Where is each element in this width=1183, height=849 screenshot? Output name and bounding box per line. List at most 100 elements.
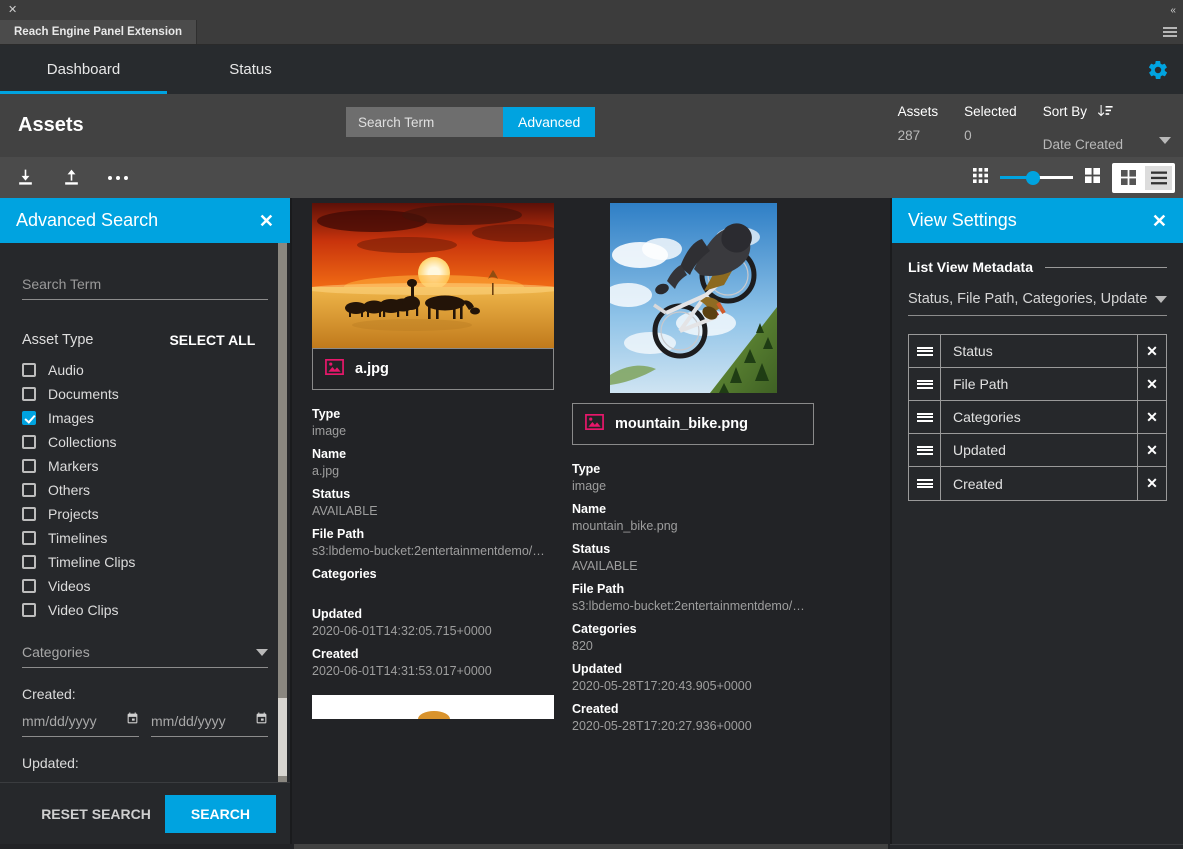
remove-icon[interactable]: ✕ <box>1137 467 1166 500</box>
checkbox-box[interactable] <box>22 579 36 593</box>
sort-by-value[interactable]: Date Created <box>1043 137 1123 152</box>
asset-card-filename: mountain_bike.png <box>615 416 748 432</box>
remove-icon[interactable]: ✕ <box>1137 335 1166 367</box>
page-title: Assets <box>18 114 84 136</box>
drag-handle-icon[interactable] <box>909 335 941 367</box>
checkbox-box[interactable] <box>22 507 36 521</box>
checkbox-images[interactable]: Images <box>22 406 268 430</box>
checkbox-box[interactable] <box>22 459 36 473</box>
checkbox-projects[interactable]: Projects <box>22 502 268 526</box>
metadata-row[interactable]: Updated ✕ <box>909 434 1166 467</box>
list-view-metadata-section: List View Metadata <box>908 259 1167 275</box>
collapse-icon[interactable]: ‹‹ <box>1170 5 1176 16</box>
small-grid-icon[interactable] <box>973 167 988 188</box>
pagination-bar: Items per page: 24 1 - 24 of 287 ‹ › <box>294 844 888 849</box>
drag-handle-icon[interactable] <box>909 368 941 400</box>
metadata-row-label: Status <box>953 343 993 359</box>
scrollbar-thumb[interactable] <box>278 698 287 776</box>
next-asset-peek[interactable] <box>312 695 554 719</box>
metadata-multiselect[interactable]: Status, File Path, Categories, Updated… <box>908 291 1167 316</box>
panel-menu-icon[interactable] <box>1163 27 1177 37</box>
window-close-icon[interactable]: ✕ <box>8 4 17 16</box>
checkbox-video-clips[interactable]: Video Clips <box>22 598 268 622</box>
checkbox-timeline-clips[interactable]: Timeline Clips <box>22 550 268 574</box>
created-to-date-field[interactable]: mm/dd/yyyy <box>151 712 268 737</box>
asset-list[interactable]: a.jpg Type image Name a.jpg Status AVAIL… <box>294 198 888 844</box>
chevron-down-icon[interactable] <box>1159 136 1171 144</box>
remove-icon[interactable]: ✕ <box>1137 434 1166 466</box>
slider-thumb[interactable] <box>1026 170 1040 185</box>
view-settings-title: View Settings <box>908 210 1017 230</box>
calendar-icon[interactable] <box>255 712 268 730</box>
remove-icon[interactable]: ✕ <box>1137 401 1166 433</box>
calendar-icon[interactable] <box>126 712 139 730</box>
remove-icon[interactable]: ✕ <box>1137 368 1166 400</box>
asset-card[interactable]: mountain_bike.png Type image Name mounta… <box>572 203 814 734</box>
tab-dashboard[interactable]: Dashboard <box>0 45 167 94</box>
asset-card-metadata: Type image Name mountain_bike.png Status… <box>572 445 814 734</box>
checkbox-box[interactable] <box>22 603 36 617</box>
view-mode-toggle <box>1112 162 1175 193</box>
extension-tab[interactable]: Reach Engine Panel Extension <box>0 20 198 44</box>
sort-descending-icon[interactable] <box>1097 104 1113 119</box>
metadata-row[interactable]: Status ✕ <box>909 335 1166 368</box>
more-options-icon[interactable] <box>108 175 128 180</box>
asset-card-filename: a.jpg <box>355 361 389 377</box>
checkbox-box[interactable] <box>22 555 36 569</box>
list-view-button[interactable] <box>1145 165 1172 190</box>
thumbnail-size-slider[interactable] <box>1000 170 1073 185</box>
search-input[interactable] <box>346 107 503 137</box>
drag-handle-icon[interactable] <box>909 401 941 433</box>
metadata-row[interactable]: Created ✕ <box>909 467 1166 500</box>
created-from-date-field[interactable]: mm/dd/yyyy <box>22 712 139 737</box>
checkbox-others[interactable]: Others <box>22 478 268 502</box>
advanced-search-term-input[interactable] <box>22 270 268 300</box>
search-button[interactable]: SEARCH <box>164 794 276 833</box>
checkbox-box[interactable] <box>22 411 36 425</box>
reset-search-button[interactable]: RESET SEARCH <box>41 806 151 822</box>
meta-key: Updated <box>572 662 622 676</box>
checkbox-videos[interactable]: Videos <box>22 574 268 598</box>
checkbox-audio[interactable]: Audio <box>22 358 268 382</box>
drag-handle-icon[interactable] <box>909 467 941 500</box>
checkbox-box[interactable] <box>22 435 36 449</box>
gear-icon[interactable] <box>1147 59 1169 81</box>
categories-select[interactable]: Categories <box>22 644 268 668</box>
close-icon[interactable]: ✕ <box>1152 212 1167 230</box>
list-view-metadata-label: List View Metadata <box>908 259 1034 275</box>
asset-thumbnail-mountain-bike[interactable] <box>572 203 814 403</box>
checkbox-markers[interactable]: Markers <box>22 454 268 478</box>
checkbox-box[interactable] <box>22 363 36 377</box>
view-settings-header: View Settings ✕ <box>892 198 1183 243</box>
select-all-button[interactable]: SELECT ALL <box>169 332 255 348</box>
meta-value: image <box>312 424 347 438</box>
metadata-row[interactable]: Categories ✕ <box>909 401 1166 434</box>
stat-assets-value: 287 <box>897 128 921 143</box>
meta-value <box>312 584 554 599</box>
close-icon[interactable]: ✕ <box>259 212 274 230</box>
checkbox-timelines[interactable]: Timelines <box>22 526 268 550</box>
asset-card-name-bar[interactable]: a.jpg <box>312 348 554 390</box>
download-icon[interactable] <box>16 168 35 187</box>
metadata-row-label: Created <box>953 475 1003 492</box>
checkbox-box[interactable] <box>22 483 36 497</box>
asset-card[interactable]: a.jpg Type image Name a.jpg Status AVAIL… <box>312 203 554 734</box>
large-grid-icon[interactable] <box>1085 167 1100 188</box>
checkbox-box[interactable] <box>22 387 36 401</box>
asset-thumbnail-savanna[interactable] <box>312 203 554 348</box>
checkbox-collections[interactable]: Collections <box>22 430 268 454</box>
main-navigation: Dashboard Status <box>0 45 1183 94</box>
checkbox-documents[interactable]: Documents <box>22 382 268 406</box>
tab-status[interactable]: Status <box>167 45 334 94</box>
created-label: Created: <box>22 686 76 702</box>
upload-icon[interactable] <box>62 168 81 187</box>
grid-view-button[interactable] <box>1115 166 1142 190</box>
assets-header: Assets Advanced Assets 287 Selected 0 So… <box>0 94 1183 157</box>
drag-handle-icon[interactable] <box>909 434 941 466</box>
metadata-row-label: File Path <box>953 376 1009 392</box>
advanced-search-button[interactable]: Advanced <box>503 107 596 137</box>
metadata-row[interactable]: File Path ✕ <box>909 368 1166 401</box>
checkbox-label: Collections <box>48 434 117 450</box>
checkbox-box[interactable] <box>22 531 36 545</box>
asset-card-name-bar[interactable]: mountain_bike.png <box>572 403 814 445</box>
